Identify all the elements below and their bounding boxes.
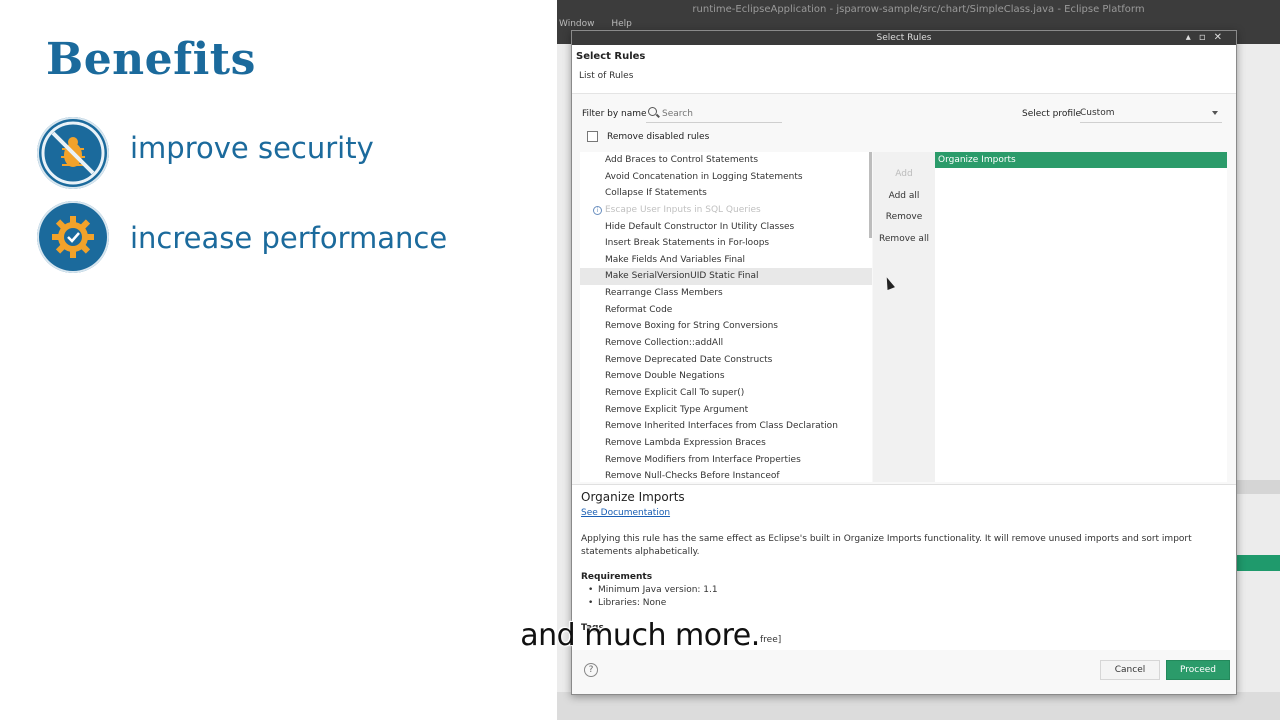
search-field[interactable] [646,104,782,123]
rule-item[interactable]: Remove Deprecated Date Constructs [580,352,872,369]
rule-item[interactable]: Remove Lambda Expression Braces [580,435,872,452]
rule-item[interactable]: Add Braces to Control Statements [580,152,872,169]
search-input[interactable] [660,106,782,122]
rule-label: Remove Null-Checks Before Instanceof [605,471,780,482]
description-text: Applying this rule has the same effect a… [581,534,1192,557]
rule-item[interactable]: Remove Inherited Interfaces from Class D… [580,418,872,435]
add-all-button[interactable]: Add all [873,191,935,201]
menu-window[interactable]: Window [559,19,595,29]
rule-item[interactable]: Make Fields And Variables Final [580,252,872,269]
rule-item[interactable]: Remove Explicit Type Argument [580,402,872,419]
rule-item[interactable]: Rearrange Class Members [580,285,872,302]
menu-help[interactable]: Help [611,19,632,29]
rule-label: Add Braces to Control Statements [605,155,759,165]
rule-label: Collapse If Statements [605,188,707,199]
search-icon [648,107,657,116]
rule-item[interactable]: Remove Modifiers from Interface Properti… [580,452,872,469]
window-controls: ▴▫✕ [1186,31,1230,45]
gear-check-icon [37,201,109,273]
dialog-header-title: Select Rules [576,51,646,62]
rule-label: Remove Explicit Type Argument [605,404,749,415]
rule-label: Remove Boxing for String Conversions [605,321,778,332]
rule-label: Escape User Inputs in SQL Queries [605,204,761,215]
benefit-security: improve security [37,117,374,189]
requirements-title: Requirements [581,572,653,582]
rule-item[interactable]: Remove Double Negations [580,368,872,385]
filter-label: Filter by name [582,109,647,119]
eclipse-window-title: runtime-EclipseApplication - jsparrow-sa… [692,4,1145,15]
rules-scrollbar[interactable] [869,152,872,238]
eclipse-statusbar [557,692,1280,720]
proceed-button[interactable]: Proceed [1166,660,1230,680]
benefit-label: improve security [130,131,374,165]
chevron-down-icon [1212,111,1218,115]
rule-item[interactable]: Remove Explicit Call To super() [580,385,872,402]
rule-label: Insert Break Statements in For-loops [605,238,770,249]
selected-rules-list: Organize Imports [935,152,1227,482]
rule-item[interactable]: Reformat Code [580,302,872,319]
remove-disabled-checkbox[interactable] [587,131,598,142]
dialog-title: Select Rules [876,33,932,43]
remove-disabled-label: Remove disabled rules [607,131,710,142]
remove-all-button[interactable]: Remove all [873,234,935,244]
see-documentation-link[interactable]: See Documentation [581,508,670,518]
rules-list: Add Braces to Control Statements Avoid C… [580,152,872,482]
rule-label: Remove Explicit Call To super() [605,387,745,398]
add-button[interactable]: Add [873,169,935,179]
rule-label: Rearrange Class Members [605,288,723,299]
rule-item[interactable]: Remove Collection::addAll [580,335,872,352]
benefit-label: increase performance [130,221,448,255]
rule-item[interactable]: Hide Default Constructor In Utility Clas… [580,219,872,236]
rule-label: Avoid Concatenation in Logging Statement… [605,171,803,182]
rule-label: Remove Deprecated Date Constructs [605,354,773,365]
rule-item-hovered[interactable]: Make SerialVersionUID Static Final [580,268,872,286]
slide-panel: Benefits improve security increase perfo… [0,0,556,720]
rule-item[interactable]: Collapse If Statements [580,185,872,202]
rule-label: Remove Double Negations [605,371,725,382]
help-icon[interactable]: ? [584,663,598,677]
requirement-item: Minimum Java version: 1.1 [588,585,718,595]
benefit-performance: increase performance [37,201,447,273]
rule-item[interactable]: Remove Null-Checks Before Instanceof [580,468,872,482]
transfer-buttons: Add Add all Remove Remove all [873,152,935,482]
background-panel-strip [1235,480,1280,494]
select-rules-dialog: Select Rules ▴▫✕ Select Rules List of Ru… [571,30,1237,695]
selected-rule-item[interactable]: Organize Imports [935,152,1227,168]
profile-label: Select profile [1022,109,1082,119]
rule-label: Make Fields And Variables Final [605,254,746,265]
dialog-header-subtitle: List of Rules [579,71,634,81]
rule-label: Reformat Code [605,304,673,315]
dialog-header: Select Rules List of Rules [572,45,1236,94]
rule-label: Hide Default Constructor In Utility Clas… [605,221,795,232]
rule-label: Make SerialVersionUID Static Final [605,271,759,282]
profile-value: Custom [1080,108,1115,118]
remove-disabled-rules-row[interactable]: Remove disabled rules [587,131,709,142]
rule-label: Remove Collection::addAll [605,338,724,349]
rule-item[interactable]: Insert Break Statements in For-loops [580,235,872,252]
eclipse-menubar: Window Help [557,19,644,29]
rule-item-disabled: i Escape User Inputs in SQL Queries [580,202,872,219]
remove-button[interactable]: Remove [873,212,935,222]
no-bug-icon [37,117,109,189]
requirement-item: Libraries: None [588,598,666,608]
info-icon: i [593,205,602,215]
rule-label: Remove Inherited Interfaces from Class D… [605,421,838,432]
background-highlight-strip [1235,555,1280,571]
slide-title: Benefits [46,34,256,85]
dialog-footer: ? Cancel Proceed [572,652,1236,694]
video-caption: and much more. [520,618,760,653]
rule-item[interactable]: Avoid Concatenation in Logging Statement… [580,169,872,186]
description-title: Organize Imports [581,490,685,504]
rule-item[interactable]: Remove Boxing for String Conversions [580,318,872,335]
minimize-icon[interactable]: ▴ [1186,32,1199,43]
cancel-button[interactable]: Cancel [1100,660,1160,680]
rule-label: Remove Modifiers from Interface Properti… [605,454,801,465]
close-icon[interactable]: ✕ [1214,32,1230,43]
profile-select[interactable]: Custom [1080,104,1222,123]
rule-label: Remove Lambda Expression Braces [605,437,766,448]
dialog-titlebar: Select Rules ▴▫✕ [572,31,1236,45]
maximize-icon[interactable]: ▫ [1199,32,1214,43]
